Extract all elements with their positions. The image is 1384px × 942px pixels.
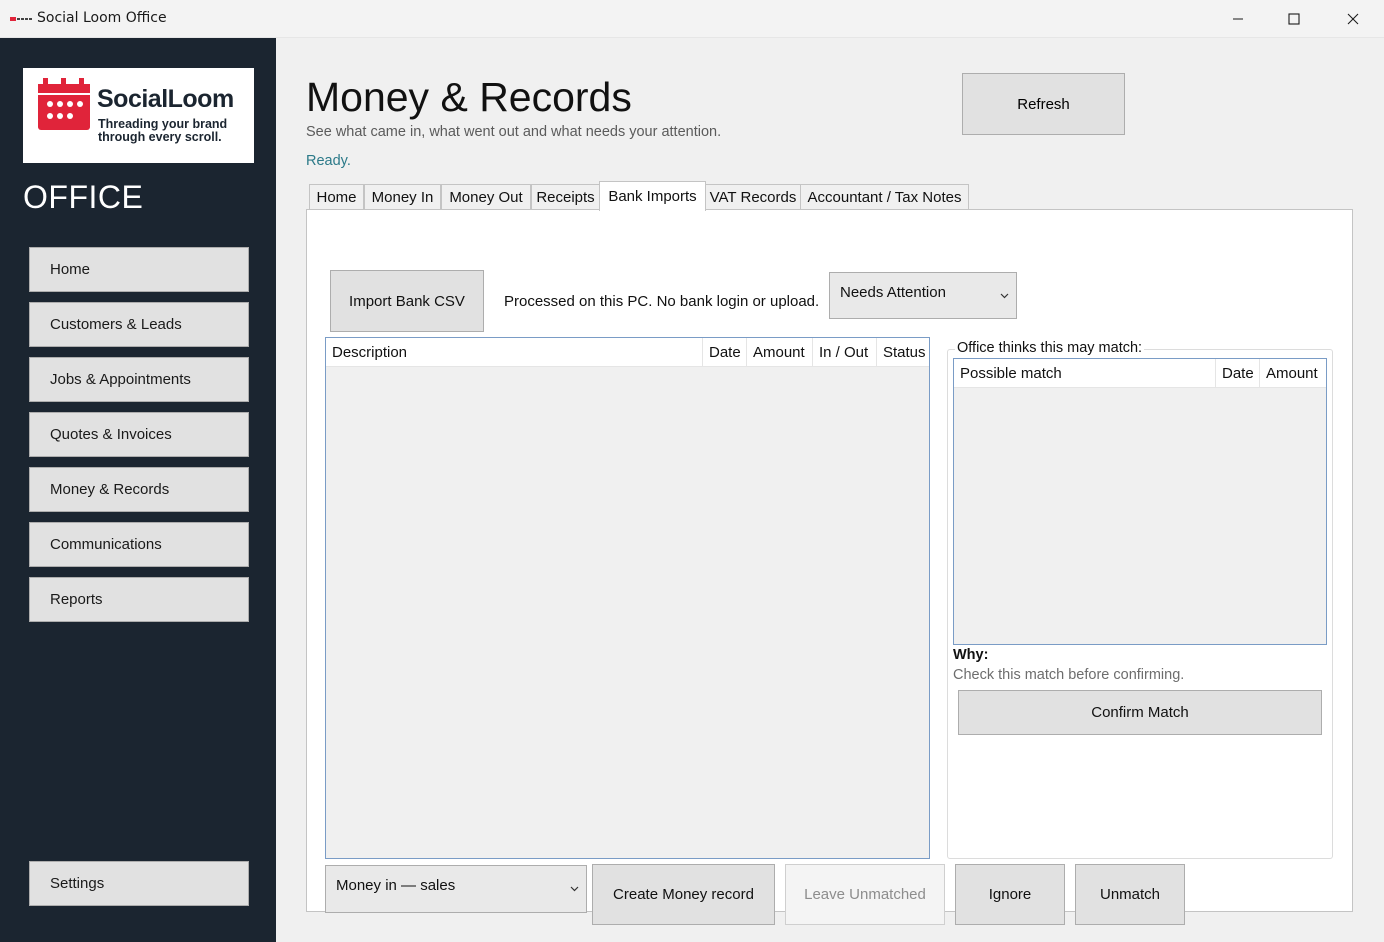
unmatch-button[interactable]: Unmatch	[1075, 864, 1185, 925]
sidebar-item-money-records[interactable]: Money & Records	[29, 467, 249, 512]
tab-money-in[interactable]: Money In	[364, 184, 441, 209]
sidebar-item-settings[interactable]: Settings	[29, 861, 249, 906]
filter-dropdown-value: Needs Attention	[840, 284, 946, 301]
main-content: Money & Records See what came in, what w…	[276, 38, 1384, 942]
sidebar-item-jobs-appointments[interactable]: Jobs & Appointments	[29, 357, 249, 402]
page-title: Money & Records	[306, 74, 632, 120]
tab-receipts[interactable]: Receipts	[531, 184, 600, 209]
filter-dropdown[interactable]: Needs Attention	[829, 272, 1017, 319]
page-subtitle: See what came in, what went out and what…	[306, 124, 722, 140]
bank-imports-panel: Import Bank CSV Processed on this PC. No…	[306, 209, 1353, 925]
refresh-button[interactable]: Refresh	[962, 73, 1125, 135]
privacy-note: Processed on this PC. No bank login or u…	[504, 293, 820, 310]
why-label: Why:	[953, 647, 989, 663]
column-header-status[interactable]: Status	[877, 338, 929, 367]
why-text: Check this match before confirming.	[953, 667, 1185, 683]
tab-accountant-tax-notes[interactable]: Accountant / Tax Notes	[800, 184, 969, 209]
confirm-match-button[interactable]: Confirm Match	[958, 690, 1322, 735]
logo-tagline-line2: through every scroll.	[98, 130, 222, 144]
tab-bank-imports[interactable]: Bank Imports	[599, 181, 706, 211]
brand-logo: SocialLoom Threading your brand through …	[23, 68, 254, 163]
sidebar-item-quotes-invoices[interactable]: Quotes & Invoices	[29, 412, 249, 457]
import-bank-csv-button[interactable]: Import Bank CSV	[330, 270, 484, 332]
sidebar: SocialLoom Threading your brand through …	[0, 38, 276, 942]
calendar-logo-icon	[38, 78, 90, 130]
sidebar-item-customers-leads[interactable]: Customers & Leads	[29, 302, 249, 347]
maximize-button[interactable]	[1265, 0, 1323, 38]
column-header-match-date[interactable]: Date	[1216, 359, 1260, 388]
window-titlebar: Social Loom Office	[0, 0, 1384, 38]
logo-tagline: Threading your brand through every scrol…	[98, 118, 227, 144]
possible-match-list[interactable]: Possible match Date Amount	[953, 358, 1327, 645]
create-money-record-button[interactable]: Create Money record	[592, 864, 775, 925]
record-type-dropdown-value: Money in — sales	[336, 877, 456, 894]
transactions-list[interactable]: Description Date Amount In / Out Status	[325, 337, 930, 859]
status-text: Ready.	[306, 153, 351, 169]
column-header-amount[interactable]: Amount	[747, 338, 813, 367]
leave-unmatched-button[interactable]: Leave Unmatched	[785, 864, 945, 925]
column-header-match-amount[interactable]: Amount	[1260, 359, 1326, 388]
logo-name: SocialLoom	[97, 85, 234, 113]
column-header-possible-match[interactable]: Possible match	[954, 359, 1216, 388]
sidebar-item-communications[interactable]: Communications	[29, 522, 249, 567]
section-label-office: OFFICE	[23, 179, 144, 215]
possible-match-list-header: Possible match Date Amount	[954, 359, 1326, 388]
close-icon	[1347, 13, 1359, 25]
app-icon	[10, 17, 32, 21]
maximize-icon	[1288, 13, 1300, 25]
tab-home[interactable]: Home	[309, 184, 364, 209]
close-button[interactable]	[1324, 0, 1382, 38]
sidebar-item-reports[interactable]: Reports	[29, 577, 249, 622]
possible-match-group-label: Office thinks this may match:	[955, 340, 1145, 356]
tab-money-out[interactable]: Money Out	[441, 184, 531, 209]
ignore-button[interactable]: Ignore	[955, 864, 1065, 925]
tab-vat-records[interactable]: VAT Records	[705, 184, 801, 209]
column-header-description[interactable]: Description	[326, 338, 703, 367]
record-type-dropdown[interactable]: Money in — sales	[325, 865, 587, 913]
column-header-in-out[interactable]: In / Out	[813, 338, 877, 367]
column-header-date[interactable]: Date	[703, 338, 747, 367]
window-title: Social Loom Office	[37, 10, 167, 26]
transactions-list-header: Description Date Amount In / Out Status	[326, 338, 929, 367]
sidebar-item-home[interactable]: Home	[29, 247, 249, 292]
chevron-down-icon	[570, 886, 579, 892]
chevron-down-icon	[1000, 293, 1009, 298]
minimize-button[interactable]	[1209, 0, 1267, 38]
minimize-icon	[1233, 18, 1243, 20]
